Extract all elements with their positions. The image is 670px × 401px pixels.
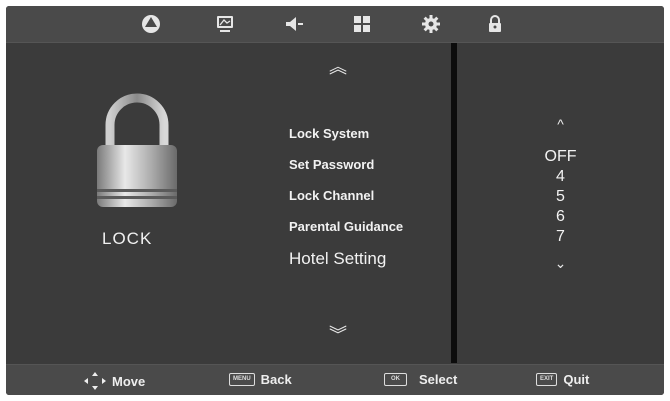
hint-move-label: Move: [112, 373, 146, 389]
settings-icon: [422, 15, 440, 33]
footer-hint-bar: Move MENU Back OK Select EXIT Quit: [6, 364, 664, 395]
hint-select: OK Select: [384, 372, 457, 387]
scroll-down-icon[interactable]: ︾: [329, 321, 347, 347]
menu-key-icon: MENU: [229, 373, 255, 386]
menu-item-set-password[interactable]: Set Password: [289, 157, 374, 172]
tab-screen[interactable]: [214, 14, 236, 34]
hint-quit-label: Quit: [563, 372, 590, 387]
hint-quit: EXIT Quit: [536, 372, 589, 387]
option-value[interactable]: 7: [457, 228, 664, 246]
hint-back: MENU Back: [229, 372, 292, 387]
tab-picture[interactable]: [140, 14, 162, 34]
padlock-icon: [97, 93, 177, 207]
option-list: ^ OFF 4 5 6 7 ⌄: [457, 43, 664, 363]
option-value[interactable]: 4: [457, 168, 664, 186]
hint-back-label: Back: [260, 372, 292, 387]
picture-icon: [142, 15, 160, 33]
tab-sound[interactable]: [283, 14, 305, 34]
tv-menu-screen: LOCK ︽ Lock System Set Password Lock Cha…: [6, 6, 664, 395]
sound-icon: [286, 17, 303, 31]
menu-item-hotel-setting[interactable]: Hotel Setting: [289, 249, 386, 269]
hint-select-label: Select: [419, 372, 458, 387]
dpad-icon: [84, 372, 106, 390]
lock-icon: [489, 15, 501, 32]
exit-key-icon: EXIT: [536, 373, 558, 386]
tab-function[interactable]: [351, 14, 373, 34]
menu-item-parental-guidance[interactable]: Parental Guidance: [289, 219, 403, 234]
ok-key-icon: OK: [384, 373, 407, 386]
hint-move: Move: [84, 372, 145, 390]
scroll-up-icon[interactable]: ︽: [329, 53, 347, 79]
option-value[interactable]: 5: [457, 188, 664, 206]
tab-lock[interactable]: [484, 14, 506, 34]
category-label: LOCK: [102, 229, 153, 248]
lock-menu: ︽ Lock System Set Password Lock Channel …: [289, 43, 454, 363]
option-up-icon[interactable]: ^: [457, 116, 664, 132]
menu-tab-bar: [6, 6, 664, 43]
menu-item-lock-channel[interactable]: Lock Channel: [289, 188, 374, 203]
category-panel: LOCK: [6, 43, 271, 363]
option-value[interactable]: OFF: [457, 148, 664, 166]
screen-icon: [217, 16, 233, 32]
option-value[interactable]: 6: [457, 208, 664, 226]
option-down-icon[interactable]: ⌄: [457, 255, 664, 272]
function-icon: [354, 16, 370, 32]
menu-item-lock-system[interactable]: Lock System: [289, 126, 369, 141]
tab-settings[interactable]: [420, 14, 442, 34]
